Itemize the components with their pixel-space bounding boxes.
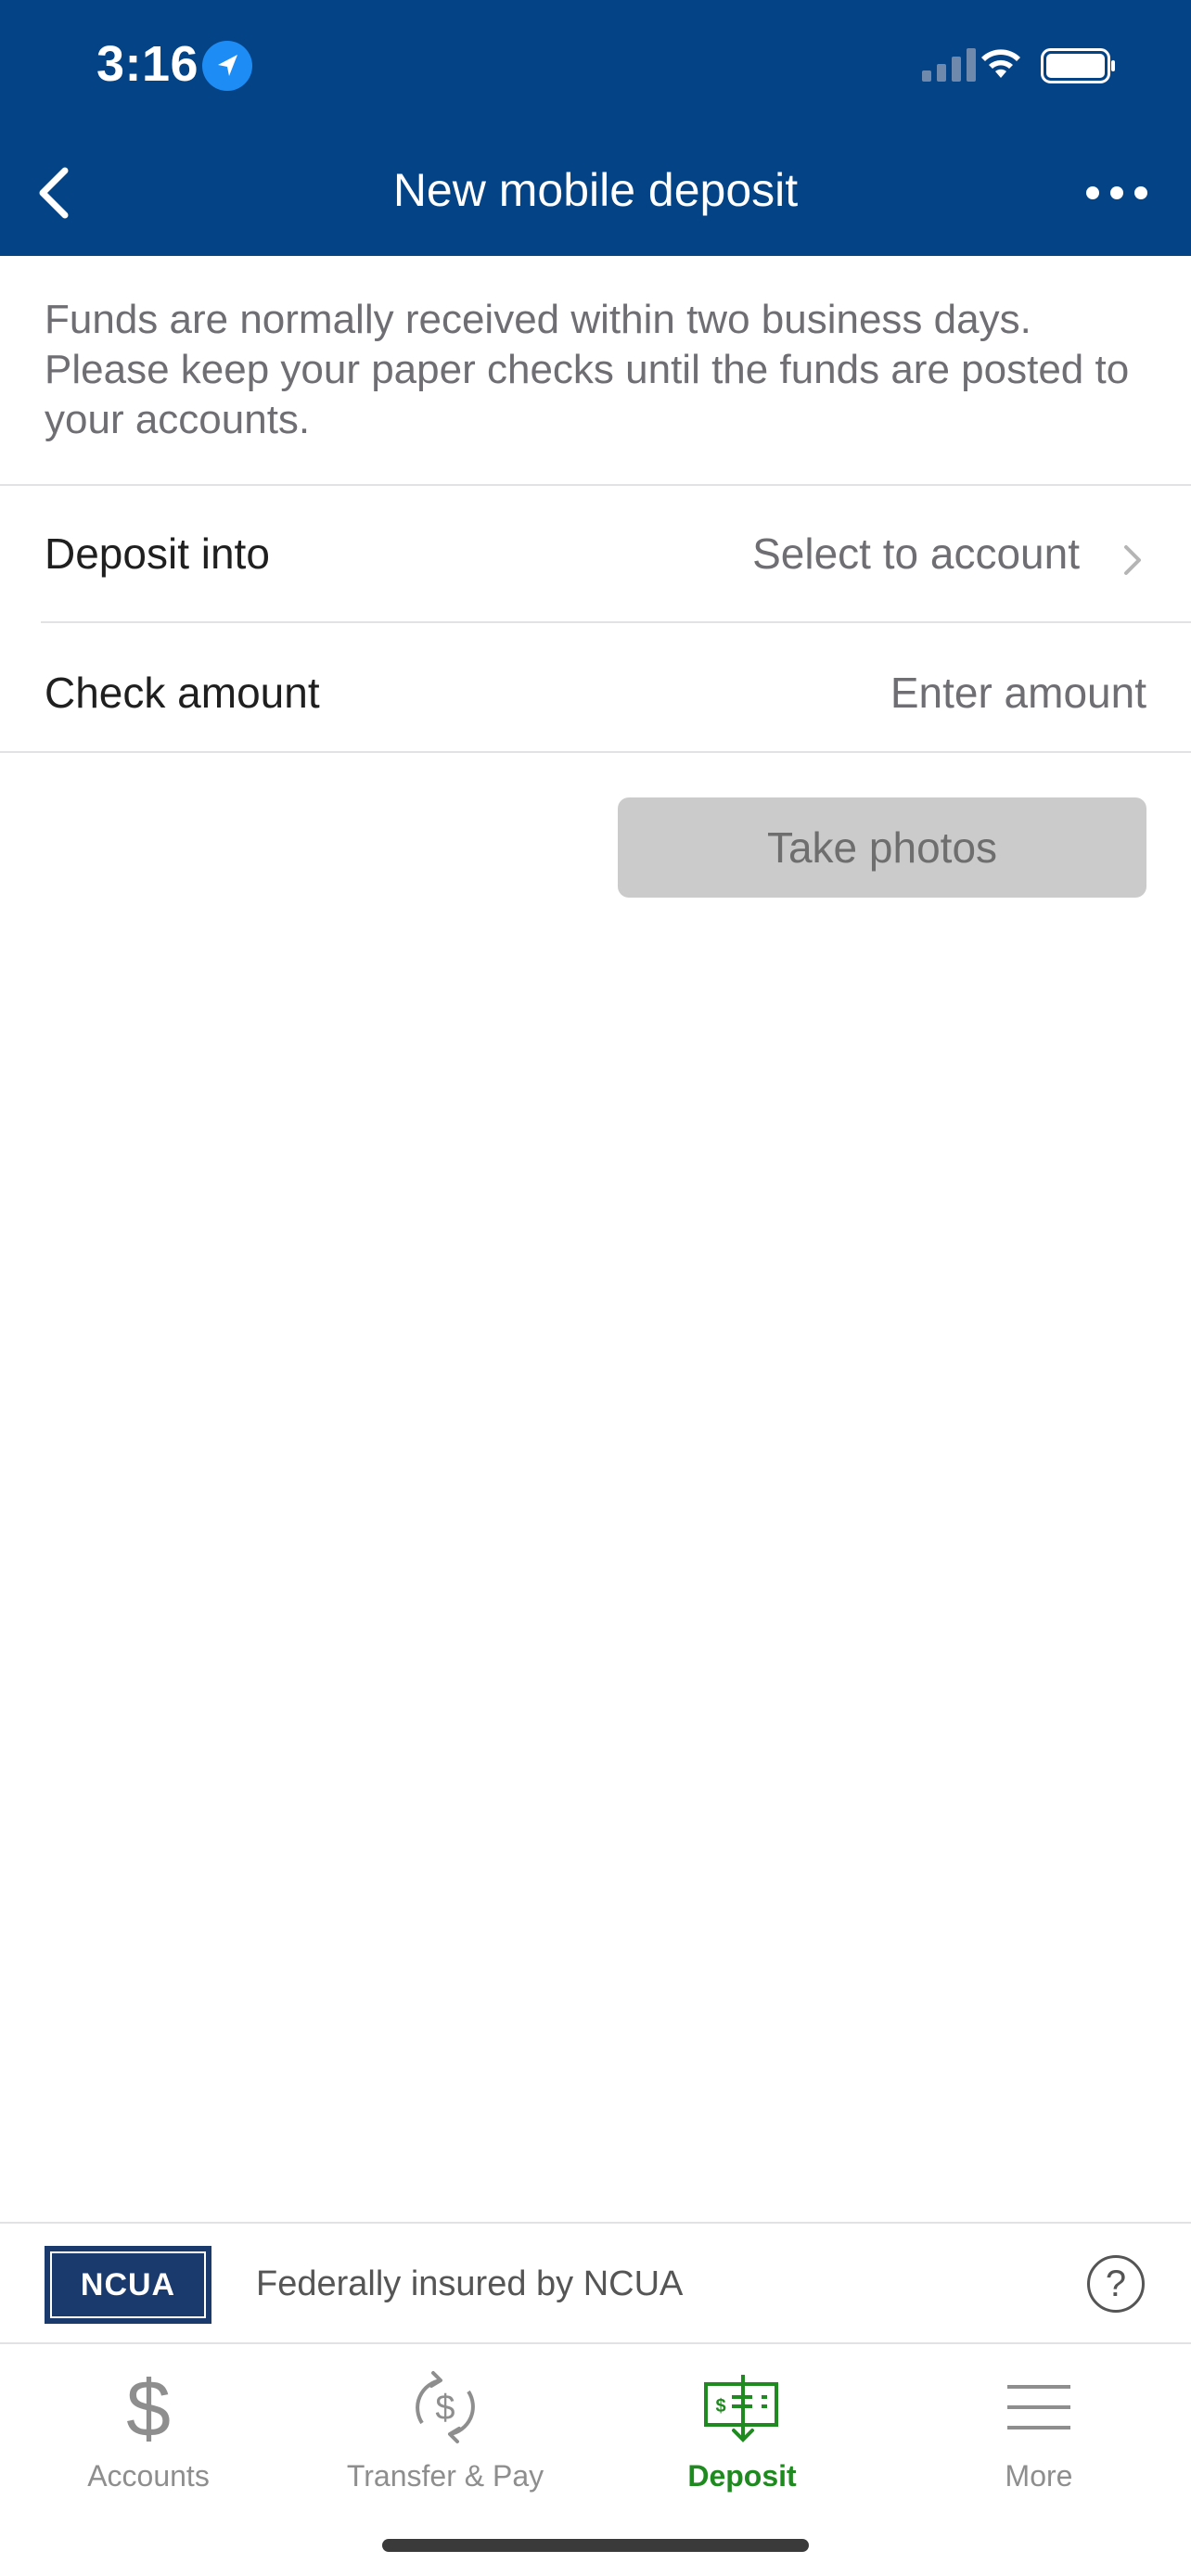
take-photos-button[interactable]: Take photos xyxy=(618,797,1146,898)
tab-accounts[interactable]: $ Accounts xyxy=(0,2363,297,2511)
check-amount-input[interactable]: Enter amount xyxy=(890,668,1146,718)
divider xyxy=(0,751,1191,753)
status-time: 3:16 xyxy=(96,36,199,92)
ncua-logo: NCUA xyxy=(45,2246,211,2324)
svg-text:$: $ xyxy=(126,2366,171,2449)
help-button[interactable]: ? xyxy=(1087,2255,1145,2313)
tab-deposit[interactable]: $ Deposit xyxy=(594,2363,890,2511)
check-deposit-icon: $ xyxy=(594,2363,890,2452)
dollar-icon: $ xyxy=(0,2363,297,2452)
ncua-insurance-bar: NCUA Federally insured by NCUA ? xyxy=(0,2222,1191,2342)
tab-label: Accounts xyxy=(87,2459,210,2493)
check-amount-label: Check amount xyxy=(45,669,320,717)
check-amount-row[interactable]: Check amount Enter amount xyxy=(0,625,1191,762)
tab-transfer-pay[interactable]: $ Transfer & Pay xyxy=(297,2363,594,2511)
tab-label: Deposit xyxy=(687,2459,797,2493)
header: 3:16 New mobile deposit xyxy=(0,0,1191,256)
tab-more[interactable]: More xyxy=(890,2363,1187,2511)
home-indicator[interactable] xyxy=(382,2539,809,2552)
ncua-logo-text: NCUA xyxy=(50,2251,206,2318)
mobile-deposit-screen: 3:16 New mobile deposit Funds are normal… xyxy=(0,0,1191,2576)
battery-icon xyxy=(1041,48,1115,83)
tab-label: More xyxy=(1005,2459,1073,2493)
svg-text:$: $ xyxy=(715,2396,725,2417)
tab-label: Transfer & Pay xyxy=(346,2459,544,2493)
divider xyxy=(41,621,1191,623)
wifi-icon xyxy=(981,49,1020,78)
more-options-button[interactable] xyxy=(1080,167,1154,219)
question-icon: ? xyxy=(1105,2263,1127,2304)
deposit-into-label: Deposit into xyxy=(45,529,270,578)
cellular-signal-icon xyxy=(922,48,976,82)
location-icon xyxy=(202,41,252,91)
deposit-info-text: Funds are normally received within two b… xyxy=(45,297,1130,442)
ellipsis-icon xyxy=(1086,186,1147,199)
page-title: New mobile deposit xyxy=(392,164,799,216)
menu-icon xyxy=(890,2363,1187,2452)
chevron-right-icon xyxy=(1124,545,1141,575)
transfer-dollar-icon: $ xyxy=(297,2363,594,2452)
deposit-into-value: Select to account xyxy=(752,529,1080,578)
svg-text:$: $ xyxy=(435,2389,455,2428)
deposit-into-row[interactable]: Deposit into Select to account xyxy=(0,486,1191,623)
ncua-insured-text: Federally insured by NCUA xyxy=(256,2264,684,2303)
